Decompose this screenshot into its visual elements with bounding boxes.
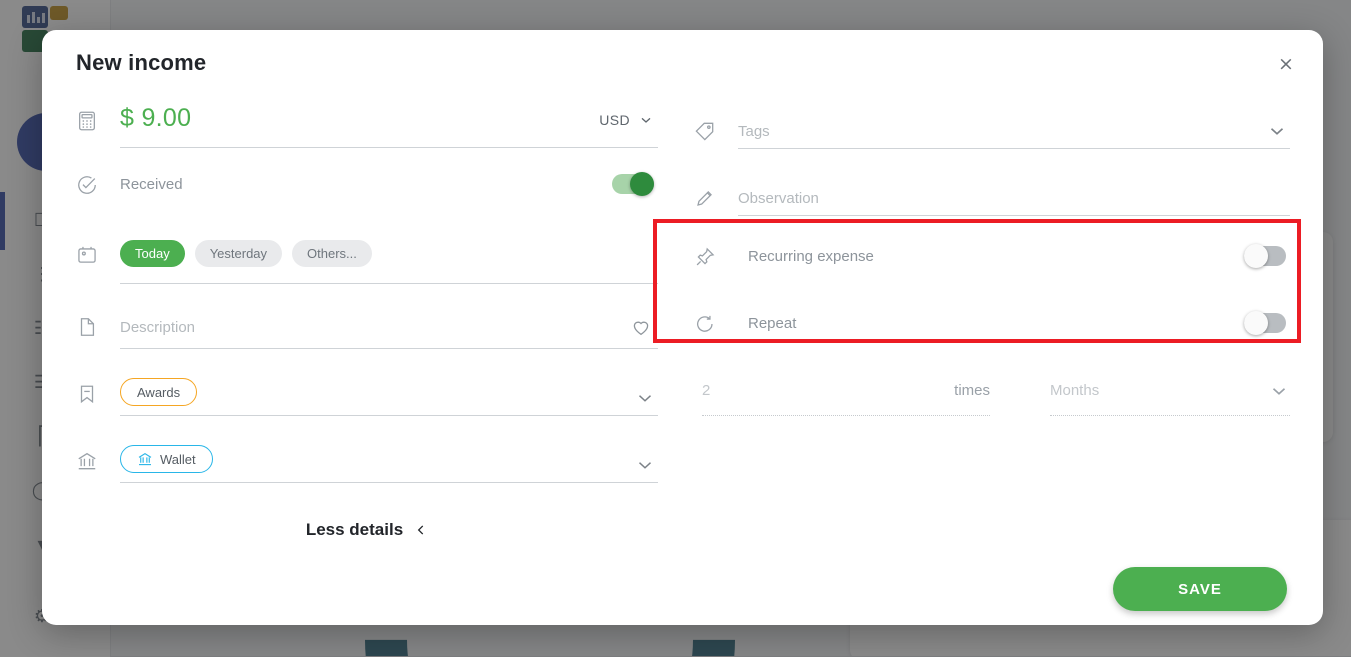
check-circle-icon	[76, 174, 100, 198]
close-icon[interactable]: ×	[1273, 51, 1299, 77]
pencil-icon	[694, 187, 718, 211]
received-toggle[interactable]	[612, 172, 654, 196]
amount-input[interactable]: $ 9.00	[120, 104, 191, 133]
field-underline	[120, 348, 658, 349]
right-column: Tags Observation Recurring expense Repea…	[694, 88, 1290, 356]
repeat-times-input[interactable]: 2 times	[702, 380, 990, 416]
toggle-knob	[630, 172, 654, 196]
toggle-knob	[1244, 244, 1268, 268]
date-row: Today Yesterday Others...	[76, 220, 658, 288]
tags-placeholder: Tags	[738, 123, 770, 140]
description-input[interactable]: Description	[120, 312, 195, 344]
calendar-icon	[76, 244, 100, 268]
field-underline	[120, 415, 658, 416]
refresh-icon	[694, 313, 718, 337]
calculator-icon	[76, 110, 100, 134]
amount-row: $ 9.00 USD	[76, 88, 658, 150]
field-underline	[738, 215, 1290, 216]
category-chevron-down-icon[interactable]	[634, 387, 656, 409]
recurring-expense-label: Recurring expense	[748, 248, 874, 265]
less-details-label: Less details	[305, 520, 404, 539]
repeat-settings-group: 2 times Months	[694, 380, 1290, 426]
pin-icon	[694, 246, 718, 270]
bank-icon	[137, 451, 153, 467]
date-chip-others[interactable]: Others...	[292, 240, 372, 267]
repeat-label: Repeat	[748, 315, 797, 332]
category-chip-label: Awards	[137, 384, 181, 400]
repeat-toggle[interactable]	[1244, 311, 1286, 335]
field-underline	[702, 415, 990, 416]
account-row: Wallet	[76, 422, 658, 489]
repeat-period-placeholder: Months	[1050, 382, 1100, 399]
field-underline	[738, 148, 1290, 149]
heart-icon[interactable]	[630, 316, 654, 340]
repeat-period-chevron-down-icon[interactable]	[1268, 380, 1290, 402]
recurring-expense-toggle[interactable]	[1244, 244, 1286, 268]
bank-icon	[76, 450, 100, 474]
date-chip-yesterday[interactable]: Yesterday	[194, 240, 283, 267]
repeat-times-value: 2	[702, 382, 711, 399]
tag-icon	[694, 120, 718, 144]
description-row: Description	[76, 288, 658, 355]
currency-label: USD	[599, 112, 630, 128]
account-chip[interactable]: Wallet	[120, 445, 213, 473]
received-label: Received	[120, 176, 183, 193]
chevron-left-icon	[414, 522, 428, 538]
repeat-times-unit-label: times	[954, 382, 990, 399]
chevron-down-icon	[638, 112, 654, 128]
left-column: $ 9.00 USD Received Today Yesterday Othe…	[76, 88, 658, 489]
received-row: Received	[76, 150, 658, 220]
document-icon	[76, 316, 100, 340]
tags-input[interactable]: Tags	[738, 116, 1290, 148]
date-chip-group: Today Yesterday Others...	[120, 240, 372, 267]
observation-input[interactable]: Observation	[738, 183, 1290, 215]
less-details-button[interactable]: Less details	[76, 520, 658, 540]
field-underline	[1050, 415, 1290, 416]
field-underline	[120, 147, 658, 148]
date-chip-today[interactable]: Today	[120, 240, 185, 267]
save-button[interactable]: SAVE	[1113, 567, 1287, 611]
field-underline	[120, 283, 658, 284]
recurring-expense-row: Recurring expense	[694, 222, 1290, 289]
field-underline	[120, 482, 658, 483]
new-income-dialog: New income × $ 9.00 USD Received Today Y…	[42, 30, 1323, 625]
observation-placeholder: Observation	[738, 190, 819, 207]
observation-row: Observation	[694, 155, 1290, 222]
toggle-knob	[1244, 311, 1268, 335]
account-chip-label: Wallet	[160, 451, 196, 467]
account-chevron-down-icon[interactable]	[634, 454, 656, 476]
tags-row: Tags	[694, 88, 1290, 155]
repeat-row: Repeat	[694, 289, 1290, 356]
repeat-period-select[interactable]: Months	[1050, 380, 1290, 416]
tags-chevron-down-icon[interactable]	[1266, 120, 1288, 142]
category-chip[interactable]: Awards	[120, 378, 198, 406]
category-row: Awards	[76, 355, 658, 422]
page-title: New income	[76, 50, 207, 75]
currency-select[interactable]: USD	[599, 112, 654, 128]
bookmark-icon	[76, 383, 100, 407]
